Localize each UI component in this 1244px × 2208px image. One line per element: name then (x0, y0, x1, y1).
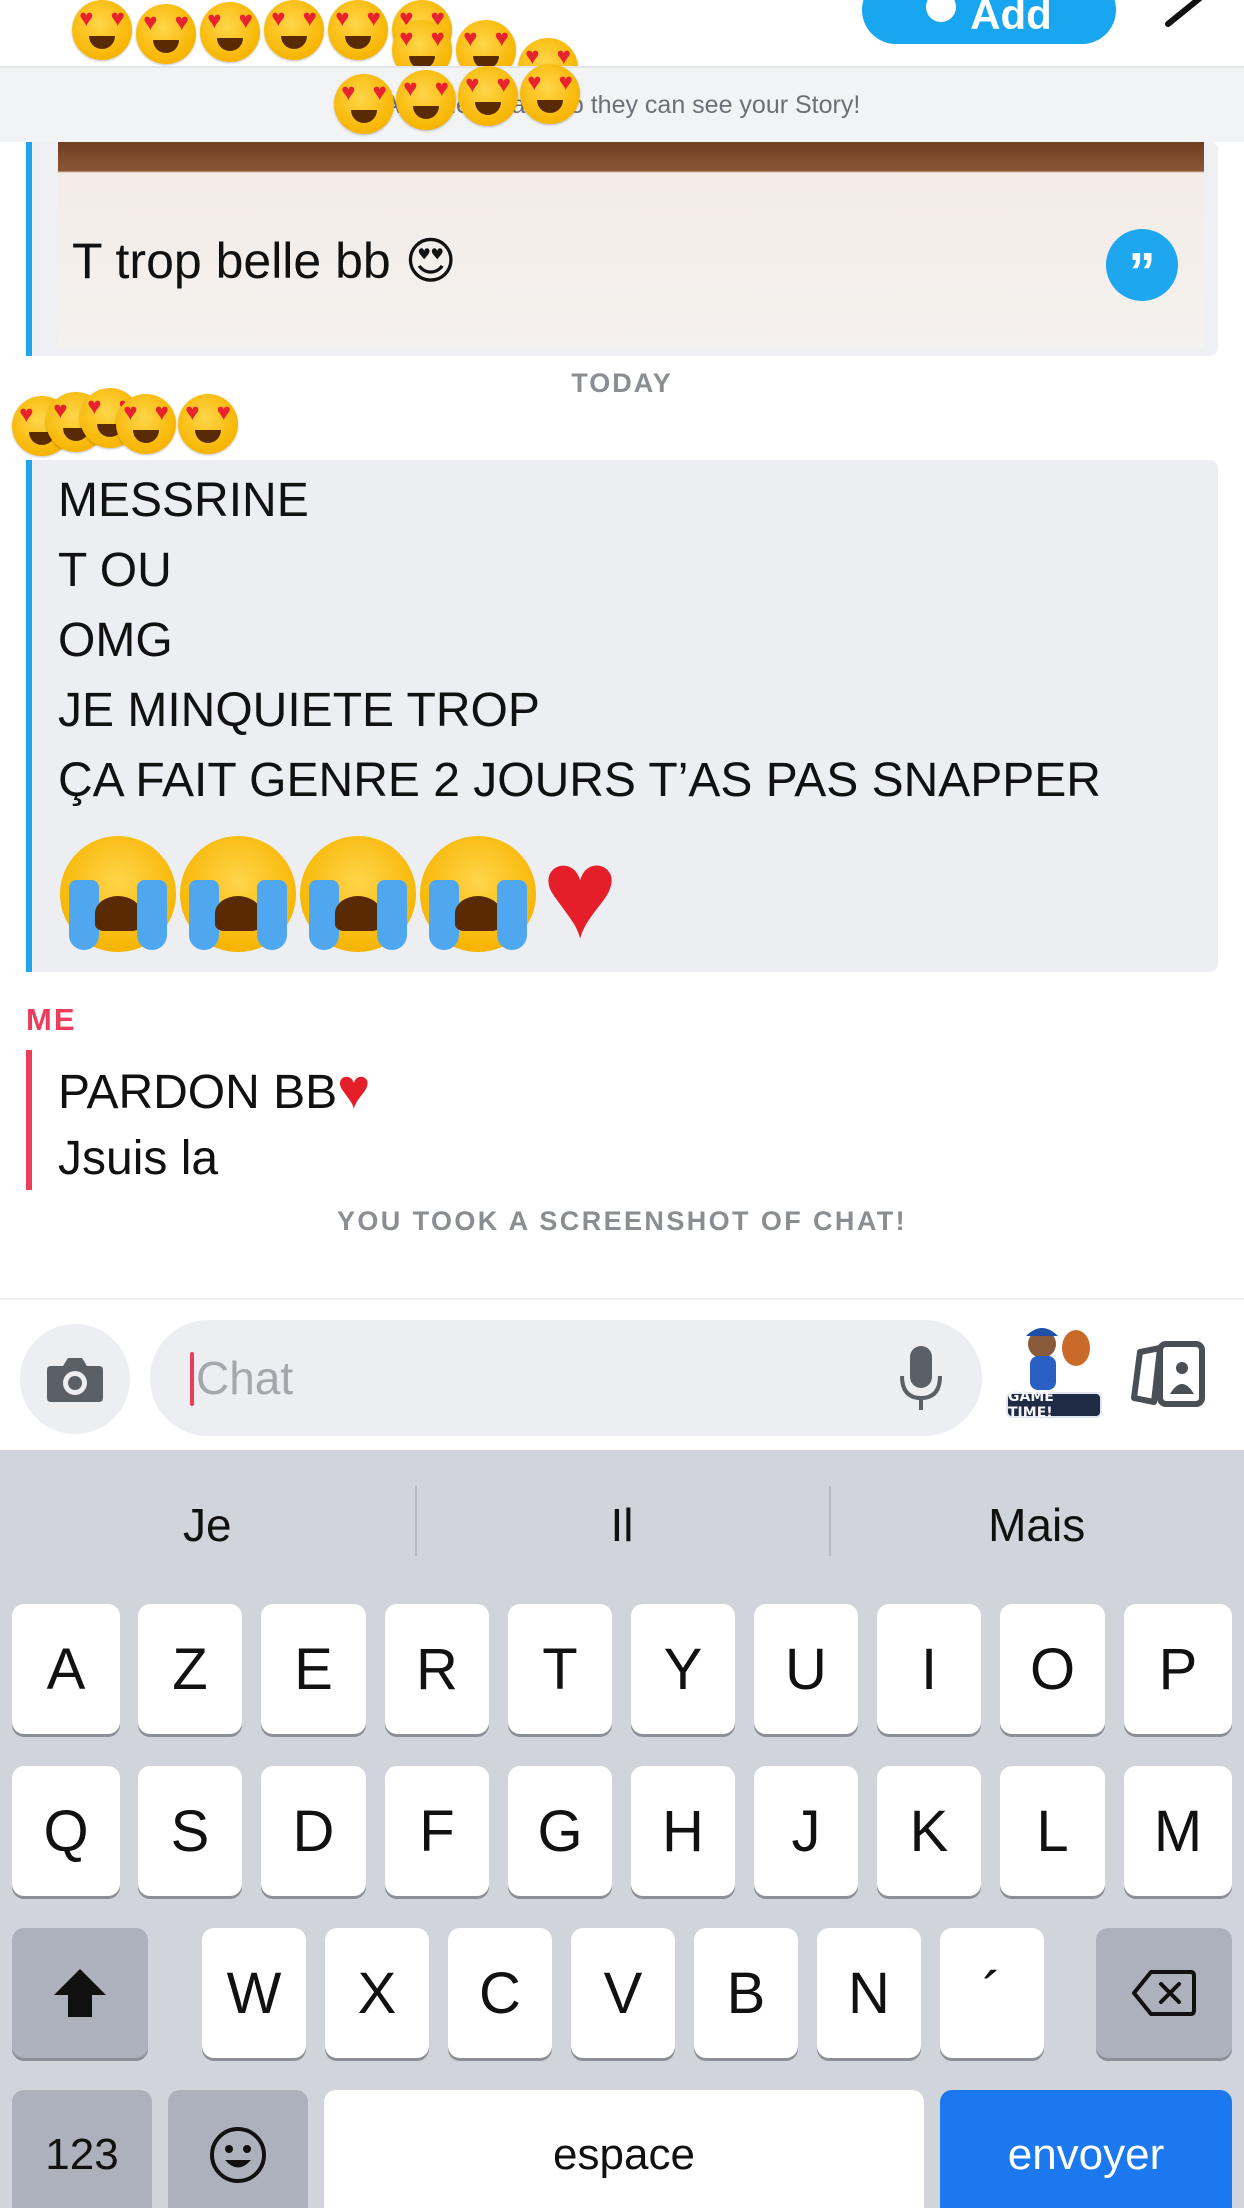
message-line: MESSRINE (58, 474, 309, 527)
friend-message[interactable]: MESSRINE T OU OMG JE MINQUIETE TROP ÇA F… (26, 460, 1218, 972)
quoted-story-card[interactable]: T trop belle bb 😍 ” (26, 142, 1218, 356)
emoji-icon (210, 2127, 266, 2183)
heart-eyes-emoji (520, 64, 580, 124)
key-k[interactable]: K (877, 1766, 981, 1896)
day-separator: TODAY (571, 368, 673, 398)
add-friend-button[interactable]: Add (862, 0, 1116, 44)
key-a[interactable]: A (12, 1604, 120, 1734)
key-row-3: W X C V B N ´ (0, 1928, 1244, 2060)
suggestion-item[interactable]: Je (0, 1450, 415, 1600)
key-h[interactable]: H (631, 1766, 735, 1896)
more-options-icon[interactable] (1160, 0, 1210, 30)
key-w[interactable]: W (202, 1928, 306, 2058)
key-m[interactable]: M (1124, 1766, 1232, 1896)
screenshot-notice: YOU TOOK A SCREENSHOT OF CHAT! (336, 1206, 907, 1236)
chat-header: Add (0, 0, 1244, 98)
message-line: T OU (58, 544, 172, 597)
heart-eyes-emoji (264, 0, 324, 60)
my-message-lines: PARDON BB♥ Jsuis la (58, 1056, 370, 1192)
key-l[interactable]: L (1000, 1766, 1105, 1896)
numbers-key[interactable]: 123 (12, 2090, 152, 2208)
camera-icon (47, 1358, 103, 1402)
shift-key[interactable] (12, 1928, 148, 2058)
send-key[interactable]: envoyer (940, 2090, 1232, 2208)
key-row-4: 123 espace envoyer (0, 2090, 1244, 2208)
key-x[interactable]: X (325, 1928, 429, 2058)
key-d[interactable]: D (261, 1766, 366, 1896)
chat-input-field[interactable] (150, 1320, 982, 1436)
crying-face-emoji (300, 836, 416, 952)
quoted-message-text: T trop belle bb 😍 (72, 233, 457, 289)
key-n[interactable]: N (817, 1928, 921, 2058)
heart-eyes-emoji (334, 74, 394, 134)
crying-face-emoji (180, 836, 296, 952)
message-line: PARDON BB (58, 1066, 338, 1119)
key-p[interactable]: P (1124, 1604, 1232, 1734)
message-line: OMG (58, 614, 173, 667)
shift-arrow-icon (54, 1969, 106, 2017)
red-heart-emoji: ♥ (542, 822, 618, 965)
chat-input-bar: GAME TIME! (0, 1298, 1244, 1450)
text-cursor (190, 1352, 194, 1406)
heart-eyes-emoji (200, 2, 260, 62)
predictive-suggestions: Je Il Mais (0, 1450, 1244, 1600)
suggestion-item[interactable]: Il (414, 1450, 830, 1600)
key-row-1: A Z E R T Y U I O P (0, 1604, 1244, 1736)
key-z[interactable]: Z (138, 1604, 242, 1734)
key-row-2: Q S D F G H J K L M (0, 1766, 1244, 1898)
message-line: JE MINQUIETE TROP (58, 684, 540, 737)
friend-message-lines: MESSRINE T OU OMG JE MINQUIETE TROP ÇA F… (58, 466, 1101, 816)
heart-eyes-emoji (178, 394, 238, 454)
heart-eyes-emoji (396, 70, 456, 130)
key-c[interactable]: C (448, 1928, 552, 2058)
key-q[interactable]: Q (12, 1766, 120, 1896)
key-y[interactable]: Y (631, 1604, 735, 1734)
key-g[interactable]: G (508, 1766, 612, 1896)
key-u[interactable]: U (754, 1604, 858, 1734)
heart-eyes-emoji (458, 66, 518, 126)
emoji-message: ♥ (60, 830, 618, 958)
crying-face-emoji (60, 836, 176, 952)
story-banner: Add them back so they can see your Story… (0, 66, 1244, 142)
chat-input[interactable] (196, 1320, 876, 1436)
heart-eyes-emoji (328, 0, 388, 60)
keyboard: Je Il Mais A Z E R T Y U I O P Q S D F G… (0, 1450, 1244, 2208)
red-heart-emoji: ♥ (337, 1057, 371, 1120)
key-r[interactable]: R (385, 1604, 489, 1734)
key-s[interactable]: S (138, 1766, 242, 1896)
bitmoji-button[interactable]: GAME TIME! (1004, 1322, 1104, 1432)
suggestion-item[interactable]: Mais (829, 1450, 1244, 1600)
heart-eyes-emoji (136, 4, 196, 64)
backspace-key[interactable] (1096, 1928, 1232, 2058)
message-line: ÇA FAIT GENRE 2 JOURS T’AS PAS SNAPPER (58, 754, 1101, 807)
key-b[interactable]: B (694, 1928, 798, 2058)
heart-eyes-emoji (116, 394, 176, 454)
space-key[interactable]: espace (324, 2090, 924, 2208)
key-t[interactable]: T (508, 1604, 612, 1734)
key-f[interactable]: F (385, 1766, 489, 1896)
camera-button[interactable] (20, 1324, 130, 1434)
emoji-key[interactable] (168, 2090, 308, 2208)
message-line: Jsuis la (58, 1132, 219, 1185)
key-i[interactable]: I (877, 1604, 981, 1734)
add-person-icon (926, 0, 957, 22)
cards-icon[interactable] (1130, 1336, 1210, 1416)
quoted-message: T trop belle bb 😍 (72, 232, 457, 290)
key-v[interactable]: V (571, 1928, 675, 2058)
key-acute-accent[interactable]: ´ (940, 1928, 1044, 2058)
add-friend-label: Add (970, 0, 1052, 38)
sender-label-me: ME (26, 1002, 77, 1037)
heart-eyes-emoji (72, 0, 132, 60)
key-j[interactable]: J (754, 1766, 858, 1896)
quote-icon[interactable]: ” (1106, 229, 1178, 301)
microphone-icon[interactable] (898, 1344, 944, 1414)
backspace-icon (1132, 1970, 1196, 2016)
key-o[interactable]: O (1000, 1604, 1105, 1734)
my-message[interactable]: PARDON BB♥ Jsuis la (26, 1050, 626, 1190)
crying-face-emoji (420, 836, 536, 952)
bitmoji-caption: GAME TIME! (1006, 1389, 1102, 1421)
key-e[interactable]: E (261, 1604, 366, 1734)
